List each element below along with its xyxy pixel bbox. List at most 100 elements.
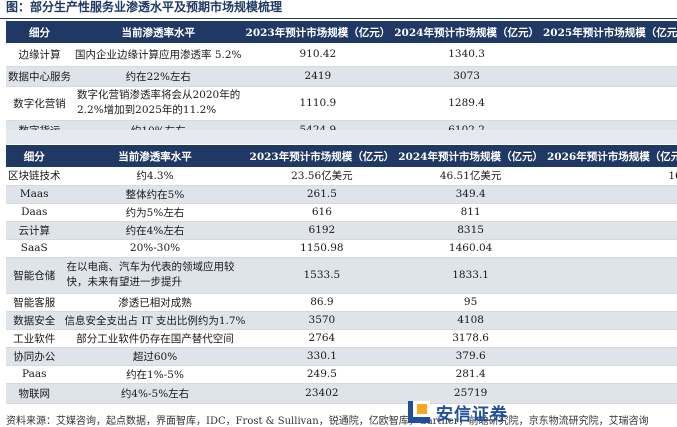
penetration-table-1: 细分 当前渗透率水平 2023年预计市场规模（亿元） 2024年预计市场规模（亿… bbox=[6, 21, 677, 141]
market-2023: 6192 bbox=[247, 221, 397, 240]
table-row: 智能客服 渗透已相对成熟 86.9 95 bbox=[6, 293, 677, 312]
market-2023: 2419 bbox=[243, 66, 393, 87]
segment-name: 数字化营销 bbox=[6, 86, 73, 121]
penetration-level: 约在22%左右 bbox=[73, 66, 244, 87]
market-2026 bbox=[544, 185, 677, 204]
market-2023: 249.5 bbox=[247, 365, 397, 384]
market-2024: 1340.3 bbox=[392, 43, 541, 67]
market-2024: 281.4 bbox=[396, 365, 545, 384]
market-2023: 330.1 bbox=[247, 347, 397, 366]
table-row: 数据安全 信息安全支出占 IT 支出比例约为1.7% 3570 4108 bbox=[6, 311, 677, 330]
market-2026: 163. bbox=[544, 167, 677, 186]
market-2024: 3178.6 bbox=[396, 329, 545, 348]
market-2026 bbox=[544, 293, 677, 312]
market-2026 bbox=[544, 221, 677, 240]
segment-name: 区块链技术 bbox=[6, 167, 63, 186]
segment-name: 工业软件 bbox=[6, 329, 63, 348]
table-header-row: 细分 当前渗透率水平 2023年预计市场规模（亿元） 2024年预计市场规模（亿… bbox=[6, 145, 677, 167]
table-row: 协同办公 超过60% 330.1 379.6 bbox=[6, 347, 677, 366]
market-2023: 2764 bbox=[247, 329, 397, 348]
market-2024: 95 bbox=[396, 293, 545, 312]
penetration-level: 信息安全支出占 IT 支出比例约为1.7% bbox=[62, 311, 248, 330]
market-2023: 1533.5 bbox=[247, 257, 397, 294]
market-2023: 3570 bbox=[247, 311, 397, 330]
market-2024: 46.51亿美元 bbox=[396, 167, 545, 186]
table-row: 云计算 约在4%左右 6192 8315 bbox=[6, 221, 677, 240]
market-2023: 261.5 bbox=[247, 185, 397, 204]
table-row: SaaS 20%-30% 1150.98 1460.04 2 bbox=[6, 239, 677, 258]
market-2023: 1150.98 bbox=[247, 239, 397, 258]
segment-name: 智能仓储 bbox=[6, 257, 63, 294]
segment-name: SaaS bbox=[6, 239, 63, 258]
market-2024: 3073 bbox=[392, 66, 541, 87]
segment-name: 边缘计算 bbox=[6, 43, 73, 67]
market-2025 bbox=[540, 86, 677, 121]
market-2026 bbox=[544, 347, 677, 366]
segment-name: Daas bbox=[6, 203, 63, 222]
segment-name: 物联网 bbox=[6, 383, 63, 404]
header-2025: 2025年预计市场规模（亿元） bbox=[540, 21, 677, 43]
market-2026 bbox=[544, 329, 677, 348]
penetration-level: 在以电商、汽车为代表的领域应用较快，未来有望进一步提升 bbox=[62, 257, 248, 294]
penetration-level: 约为5%左右 bbox=[62, 203, 248, 222]
market-2026 bbox=[544, 203, 677, 222]
market-2024: 379.6 bbox=[396, 347, 545, 366]
header-segment: 细分 bbox=[6, 21, 73, 43]
market-2024: 1833.1 bbox=[396, 257, 545, 294]
logo-mark-icon bbox=[408, 401, 430, 423]
table-row: 数据中心服务 约在22%左右 2419 3073 bbox=[6, 66, 677, 87]
title-rule bbox=[0, 18, 677, 19]
penetration-table-2: 细分 当前渗透率水平 2023年预计市场规模（亿元） 2024年预计市场规模（亿… bbox=[6, 145, 677, 404]
penetration-level: 数字化营销渗透率将会从2020年的2.2%增加到2025年的11.2% bbox=[73, 86, 244, 121]
table-row: 智能仓储 在以电商、汽车为代表的领域应用较快，未来有望进一步提升 1533.5 … bbox=[6, 257, 677, 294]
market-2024: 8315 bbox=[396, 221, 545, 240]
market-2024: 1289.4 bbox=[392, 86, 541, 121]
market-2026 bbox=[544, 257, 677, 294]
penetration-level: 整体约在5% bbox=[62, 185, 248, 204]
penetration-level: 超过60% bbox=[62, 347, 248, 366]
penetration-level: 约4.3% bbox=[62, 167, 248, 186]
market-2026 bbox=[544, 311, 677, 330]
penetration-level: 渗透已相对成熟 bbox=[62, 293, 248, 312]
segment-name: 协同办公 bbox=[6, 347, 63, 366]
market-2026: 2 bbox=[544, 239, 677, 258]
market-2023: 1110.9 bbox=[243, 86, 393, 121]
page-title: 图：部分生产性服务业渗透水平及预期市场规模梳理 bbox=[6, 0, 283, 14]
segment-name: 智能客服 bbox=[6, 293, 63, 312]
market-2023: 23.56亿美元 bbox=[247, 167, 397, 186]
table-row: 区块链技术 约4.3% 23.56亿美元 46.51亿美元 163. bbox=[6, 167, 677, 186]
market-2026 bbox=[544, 383, 677, 404]
penetration-level: 约在1%-5% bbox=[62, 365, 248, 384]
header-2023: 2023年预计市场规模（亿元） bbox=[243, 21, 393, 43]
penetration-level: 部分工业软件仍存在国产替代空间 bbox=[62, 329, 248, 348]
market-2023: 86.9 bbox=[247, 293, 397, 312]
segment-name: 云计算 bbox=[6, 221, 63, 240]
market-2024: 811 bbox=[396, 203, 545, 222]
table-row: 边缘计算 国内企业边缘计算应用渗透率 5.2% 910.42 1340.3 1 bbox=[6, 43, 677, 67]
market-2026 bbox=[544, 365, 677, 384]
table-row: 物联网 约4%-5%左右 23402 25719 bbox=[6, 383, 677, 404]
market-2024: 349.4 bbox=[396, 185, 545, 204]
logo-text: 安信证券 bbox=[436, 404, 508, 425]
brand-logo: 安信证券 bbox=[408, 398, 508, 426]
table-row: Daas 约为5%左右 616 811 bbox=[6, 203, 677, 222]
header-2023: 2023年预计市场规模（亿元） bbox=[247, 145, 397, 167]
penetration-level: 20%-30% bbox=[62, 239, 248, 258]
table-row: Maas 整体约在5% 261.5 349.4 bbox=[6, 185, 677, 204]
table-row: 数字化营销 数字化营销渗透率将会从2020年的2.2%增加到2025年的11.2… bbox=[6, 86, 677, 121]
market-2023: 23402 bbox=[247, 383, 397, 404]
source-note: 资料来源：艾媒咨询，起点数据，界面智库，IDC，Frost & Sullivan… bbox=[6, 416, 649, 427]
header-penetration: 当前渗透率水平 bbox=[73, 21, 244, 43]
market-2025 bbox=[540, 66, 677, 87]
header-segment: 细分 bbox=[6, 145, 63, 167]
header-2026: 2026年预计市场规模（亿元） bbox=[544, 145, 677, 167]
segment-name: 数据中心服务 bbox=[6, 66, 73, 87]
header-2024: 2024年预计市场规模（亿元） bbox=[392, 21, 541, 43]
penetration-level: 国内企业边缘计算应用渗透率 5.2% bbox=[73, 43, 244, 67]
market-2023: 910.42 bbox=[243, 43, 393, 67]
market-2025: 1 bbox=[540, 43, 677, 67]
market-2023: 616 bbox=[247, 203, 397, 222]
segment-name: 数据安全 bbox=[6, 311, 63, 330]
header-2024: 2024年预计市场规模（亿元） bbox=[396, 145, 545, 167]
penetration-level: 约在4%左右 bbox=[62, 221, 248, 240]
